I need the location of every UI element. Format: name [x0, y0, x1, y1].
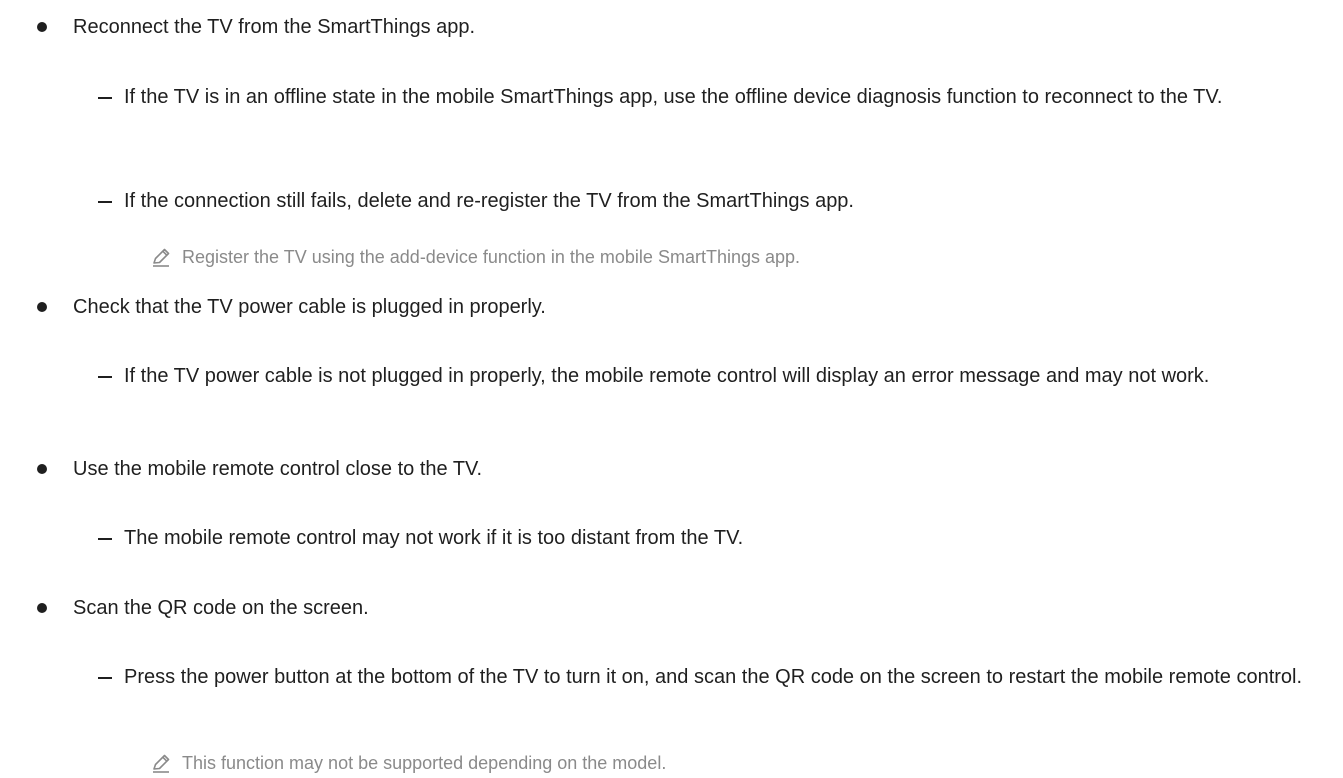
subitem-text: If the TV power cable is not plugged in … [124, 365, 1210, 387]
pencil-icon [153, 754, 170, 773]
subitem-text: If the TV is in an offline state in the … [124, 86, 1223, 108]
note-text: This function may not be supported depen… [182, 753, 667, 773]
note-text: Register the TV using the add-device fun… [182, 247, 801, 267]
bullet-dot [37, 603, 47, 613]
bullet-text: Reconnect the TV from the SmartThings ap… [73, 16, 476, 38]
dash-marker [98, 201, 112, 203]
dash-marker [98, 538, 112, 540]
dash-marker [98, 97, 112, 99]
subitem-text: Press the power button at the bottom of … [124, 666, 1303, 688]
bullet-dot [37, 302, 47, 312]
bullet-dot [37, 22, 47, 32]
subitem-text: If the connection still fails, delete an… [124, 190, 854, 212]
bullet-dot [37, 464, 47, 474]
subitem-text: The mobile remote control may not work i… [124, 527, 744, 549]
dash-marker [98, 376, 112, 378]
bullet-text: Use the mobile remote control close to t… [73, 458, 483, 480]
pencil-icon [153, 248, 170, 267]
bullet-text: Scan the QR code on the screen. [73, 597, 369, 619]
dash-marker [98, 677, 112, 679]
bullet-text: Check that the TV power cable is plugged… [73, 296, 546, 318]
troubleshooting-document: Reconnect the TV from the SmartThings ap… [0, 0, 1343, 776]
